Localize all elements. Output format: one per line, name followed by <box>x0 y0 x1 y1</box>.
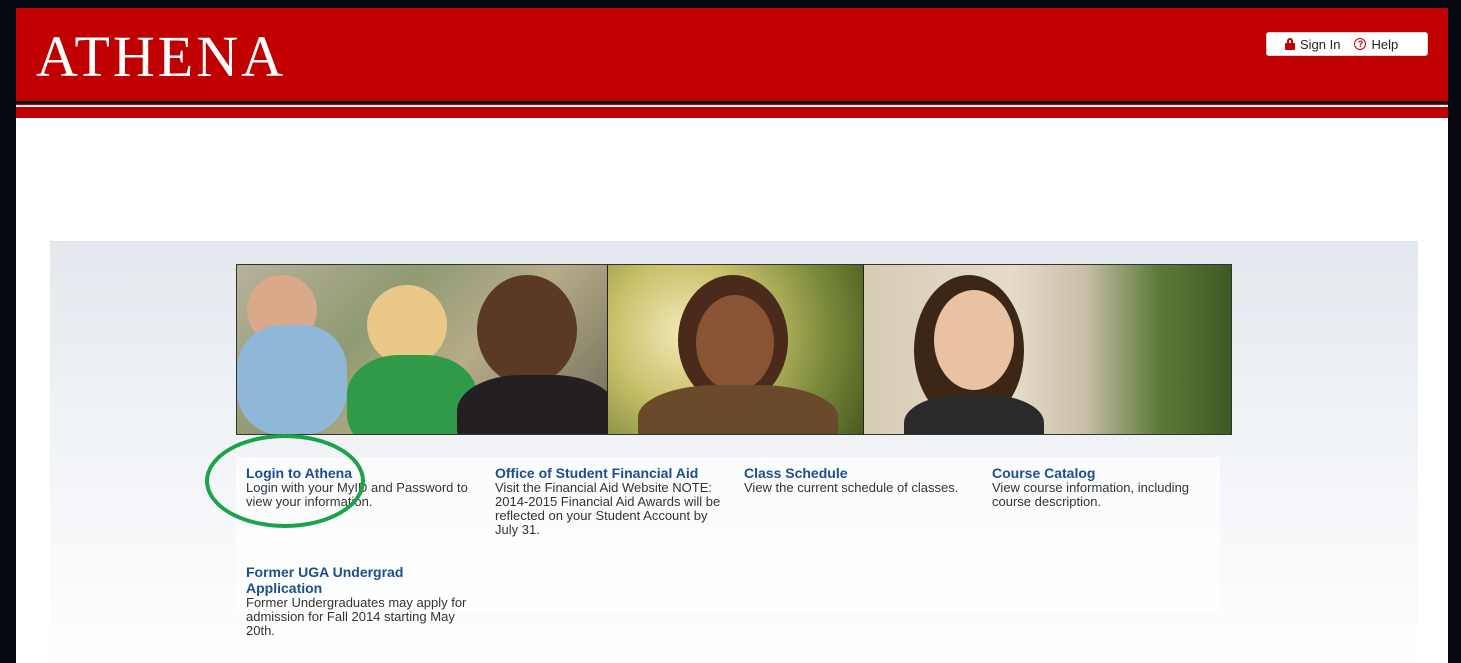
help-circle-icon: ? <box>1354 38 1367 50</box>
banner-photo-student <box>863 265 1231 434</box>
screen-frame: ATHENA Sign In ? Help Login to Athena Lo… <box>0 0 1461 663</box>
help-label: Help <box>1371 36 1399 52</box>
course-catalog-link[interactable]: Course Catalog <box>992 465 1224 481</box>
card-description: Visit the Financial Aid Website NOTE: 20… <box>495 480 721 537</box>
site-header: ATHENA Sign In ? Help <box>16 8 1448 118</box>
sign-in-link[interactable]: Sign In <box>1285 37 1340 52</box>
former-undergrad-card: Former UGA Undergrad Application Former … <box>246 564 478 638</box>
sign-in-label: Sign In <box>1300 36 1341 52</box>
class-schedule-link[interactable]: Class Schedule <box>744 465 976 481</box>
header-rule <box>16 101 1448 104</box>
course-catalog-card: Course Catalog View course information, … <box>992 465 1224 509</box>
students-banner-image <box>236 264 1232 435</box>
card-description: Former Undergraduates may apply for admi… <box>246 595 467 638</box>
header-rule <box>16 107 1448 118</box>
page: ATHENA Sign In ? Help Login to Athena Lo… <box>16 8 1448 663</box>
financial-aid-card: Office of Student Financial Aid Visit th… <box>495 465 727 537</box>
help-link[interactable]: ? Help <box>1354 37 1398 52</box>
athena-logo[interactable]: ATHENA <box>36 22 286 92</box>
financial-aid-link[interactable]: Office of Student Financial Aid <box>495 465 727 481</box>
banner-photo-student <box>607 265 863 434</box>
card-description: View course information, including cours… <box>992 480 1190 509</box>
top-actions-bar: Sign In ? Help <box>1266 32 1428 56</box>
lock-icon <box>1285 38 1295 50</box>
former-undergrad-application-link[interactable]: Former UGA Undergrad Application <box>246 564 478 596</box>
highlight-circle-annotation <box>205 434 365 528</box>
card-description: View the current schedule of classes. <box>744 480 959 495</box>
banner-photo-group <box>237 265 607 434</box>
class-schedule-card: Class Schedule View the current schedule… <box>744 465 976 495</box>
